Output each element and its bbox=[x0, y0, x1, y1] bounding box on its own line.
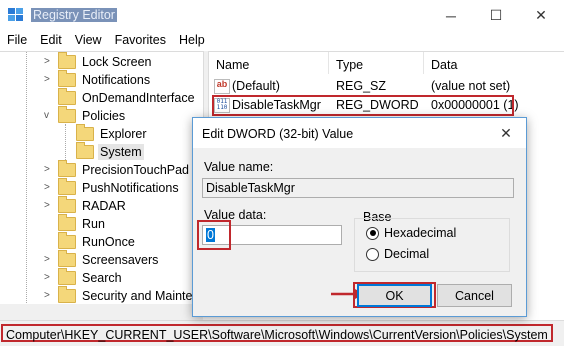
folder-open-icon bbox=[58, 106, 76, 123]
tree-item-label: Notifications bbox=[82, 73, 151, 87]
tree-item-pushnotifications[interactable]: > PushNotifications bbox=[44, 178, 181, 197]
folder-icon bbox=[58, 88, 76, 105]
tree-item-radar[interactable]: > RADAR bbox=[44, 196, 128, 215]
folder-icon bbox=[58, 196, 76, 213]
tree-item-label: PushNotifications bbox=[82, 181, 179, 195]
folder-icon bbox=[76, 142, 94, 159]
highlight-box-value-data bbox=[197, 220, 231, 250]
highlight-box-disabletaskmgr bbox=[212, 95, 514, 116]
tree-item-label: Screensavers bbox=[82, 253, 159, 267]
tree-item-search[interactable]: > Search bbox=[44, 268, 124, 287]
radio-hexadecimal[interactable]: Hexadecimal bbox=[366, 226, 456, 240]
window-title: Registry Editor bbox=[31, 8, 117, 22]
expand-chevron-icon[interactable]: > bbox=[44, 291, 54, 301]
tree-item-label: OnDemandInterface bbox=[82, 91, 195, 105]
tree-item-label: PrecisionTouchPad bbox=[82, 163, 190, 177]
tree-item-screensavers[interactable]: > Screensavers bbox=[44, 250, 160, 269]
column-header-type[interactable]: Type bbox=[336, 58, 363, 72]
tree-item-ondemandinterface[interactable]: OnDemandInterface bbox=[58, 88, 197, 107]
value-type: REG_SZ bbox=[336, 79, 387, 93]
folder-icon bbox=[58, 286, 76, 303]
string-value-icon: ab bbox=[214, 79, 230, 94]
tree-item-explorer[interactable]: Explorer bbox=[76, 124, 149, 143]
dialog-title-bar: Edit DWORD (32-bit) Value ✕ bbox=[193, 118, 526, 148]
tree-item-notifications[interactable]: > Notifications bbox=[44, 70, 152, 89]
tree-guide-line bbox=[65, 124, 66, 160]
folder-icon bbox=[76, 124, 94, 141]
folder-icon bbox=[58, 268, 76, 285]
tree-item-precisiontouchpad[interactable]: > PrecisionTouchPad bbox=[44, 160, 191, 179]
menu-view[interactable]: View bbox=[68, 31, 108, 51]
tree-item-lock-screen[interactable]: > Lock Screen bbox=[44, 52, 153, 71]
column-header-data[interactable]: Data bbox=[431, 58, 457, 72]
edit-dword-dialog: Edit DWORD (32-bit) Value ✕ Value name: … bbox=[192, 117, 527, 317]
column-separator[interactable] bbox=[423, 52, 424, 74]
minimize-icon: ─ bbox=[446, 7, 456, 24]
close-icon: ✕ bbox=[535, 7, 547, 23]
tree-item-label: Policies bbox=[82, 109, 126, 123]
column-separator[interactable] bbox=[328, 52, 329, 74]
folder-icon bbox=[58, 214, 76, 231]
minimize-button[interactable]: ─ bbox=[428, 0, 474, 31]
close-button[interactable]: ✕ bbox=[518, 0, 564, 31]
tree-item-label: Lock Screen bbox=[82, 55, 152, 69]
menu-file[interactable]: File bbox=[0, 31, 33, 51]
folder-icon bbox=[58, 250, 76, 267]
expand-chevron-icon[interactable]: > bbox=[44, 273, 54, 283]
tree-item-label: Security and Mainter bbox=[82, 289, 197, 303]
registry-path: Computer\HKEY_CURRENT_USER\Software\Micr… bbox=[1, 324, 553, 342]
expand-chevron-icon[interactable]: > bbox=[44, 57, 54, 67]
registry-editor-icon bbox=[8, 8, 23, 21]
tree-item-system[interactable]: System bbox=[76, 142, 144, 161]
menu-bar: File Edit View Favorites Help bbox=[0, 31, 564, 51]
expand-chevron-icon[interactable]: > bbox=[44, 165, 54, 175]
maximize-icon: ☐ bbox=[489, 7, 503, 23]
value-data: (value not set) bbox=[431, 79, 511, 93]
radio-decimal[interactable]: Decimal bbox=[366, 247, 429, 261]
status-bar: Computer\HKEY_CURRENT_USER\Software\Micr… bbox=[0, 320, 564, 346]
dialog-close-button[interactable]: ✕ bbox=[486, 118, 526, 148]
tree-item-run[interactable]: Run bbox=[58, 214, 107, 233]
value-name-field[interactable]: DisableTaskMgr bbox=[202, 178, 514, 198]
value-name-label: Value name: bbox=[204, 160, 274, 174]
tree-item-label: Explorer bbox=[100, 127, 147, 141]
radio-label: Hexadecimal bbox=[384, 226, 457, 240]
tree-item-label: System bbox=[98, 144, 144, 160]
tree-item-policies[interactable]: v Policies bbox=[44, 106, 127, 125]
tree-horizontal-scrollbar[interactable] bbox=[0, 304, 203, 320]
menu-help[interactable]: Help bbox=[172, 31, 211, 51]
tree-item-label: Search bbox=[82, 271, 122, 285]
folder-icon bbox=[58, 70, 76, 87]
expand-chevron-icon[interactable]: > bbox=[44, 75, 54, 85]
folder-icon bbox=[58, 232, 76, 249]
registry-tree[interactable]: > Lock Screen > Notifications OnDemandIn… bbox=[0, 51, 203, 305]
radio-checked-icon bbox=[366, 226, 379, 240]
tree-item-label: RunOnce bbox=[82, 235, 135, 249]
title-bar: Registry Editor ─ ☐ ✕ bbox=[0, 0, 564, 31]
tree-item-label: RADAR bbox=[82, 199, 126, 213]
tree-item-security-and-maintenance[interactable]: > Security and Mainter bbox=[44, 286, 199, 305]
collapse-chevron-icon[interactable]: v bbox=[44, 111, 54, 121]
menu-favorites[interactable]: Favorites bbox=[108, 31, 172, 51]
close-icon: ✕ bbox=[500, 124, 512, 141]
list-row-default[interactable]: ab (Default) REG_SZ (value not set) bbox=[208, 77, 564, 95]
expand-chevron-icon[interactable]: > bbox=[44, 201, 54, 211]
maximize-button[interactable]: ☐ bbox=[473, 0, 519, 31]
tree-item-label: Run bbox=[82, 217, 105, 231]
tree-guide-line bbox=[26, 52, 27, 305]
column-header-name[interactable]: Name bbox=[216, 58, 249, 72]
folder-icon bbox=[58, 160, 76, 177]
folder-icon bbox=[58, 52, 76, 69]
dialog-title: Edit DWORD (32-bit) Value bbox=[202, 127, 354, 141]
expand-chevron-icon[interactable]: > bbox=[44, 255, 54, 265]
radio-label: Decimal bbox=[384, 247, 430, 261]
menu-edit[interactable]: Edit bbox=[33, 31, 68, 51]
radio-unchecked-icon bbox=[366, 247, 379, 261]
expand-chevron-icon[interactable]: > bbox=[44, 183, 54, 193]
value-name: (Default) bbox=[232, 79, 280, 93]
ok-button[interactable]: OK bbox=[357, 284, 432, 307]
tree-item-runonce[interactable]: RunOnce bbox=[58, 232, 137, 251]
cancel-button[interactable]: Cancel bbox=[437, 284, 512, 307]
folder-icon bbox=[58, 178, 76, 195]
